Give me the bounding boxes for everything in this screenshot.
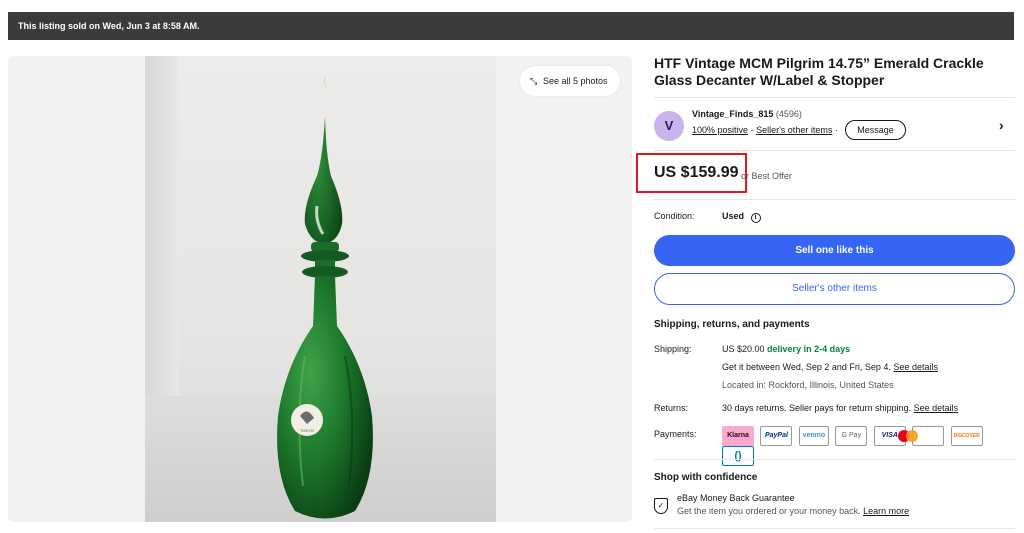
shield-check-icon: ✓ xyxy=(654,498,668,514)
guarantee-description: Get the item you ordered or your money b… xyxy=(677,506,909,516)
paypal-icon: PayPal xyxy=(760,426,793,446)
divider xyxy=(654,528,1015,529)
seller-links: 100% positive · Seller's other items · xyxy=(692,125,838,135)
seller-username[interactable]: Vintage_Finds_815 xyxy=(692,109,773,119)
sold-banner: This listing sold on Wed, Jun 3 at 8:58 … xyxy=(8,12,1014,40)
see-all-photos-button[interactable]: ⤡ See all 5 photos xyxy=(520,66,620,96)
see-all-label: See all 5 photos xyxy=(543,76,608,86)
condition-text: Used xyxy=(722,211,745,221)
listing-details: HTF Vintage MCM Pilgrim 14.75” Emerald C… xyxy=(636,55,1015,529)
shipping-cost: US $20.00 delivery in 2-4 days xyxy=(722,344,850,354)
separator: · xyxy=(834,125,838,135)
delivery-dates: Get it between Wed, Sep 2 and Fri, Sep 4… xyxy=(722,362,938,372)
returns-text: 30 days returns. Seller pays for return … xyxy=(722,403,912,413)
expand-icon: ⤡ xyxy=(530,76,538,86)
returns-see-details-link[interactable]: See details xyxy=(914,403,959,413)
shipping-see-details-link[interactable]: See details xyxy=(893,362,938,372)
payments-label: Payments: xyxy=(654,429,697,439)
seller-other-items-button[interactable]: Seller's other items xyxy=(654,273,1015,305)
info-icon[interactable]: i xyxy=(750,213,761,223)
positive-feedback-link[interactable]: 100% positive xyxy=(692,125,748,135)
image-gallery[interactable]: TOKYO ⤡ See all 5 photos xyxy=(8,56,632,522)
guarantee-desc-text: Get the item you ordered or your money b… xyxy=(677,506,861,516)
decanter-image xyxy=(277,76,373,519)
seller-name[interactable]: Vintage_Finds_815 (4596) xyxy=(692,109,802,119)
divider xyxy=(654,97,1015,98)
delivery-dates-text: Get it between Wed, Sep 2 and Fri, Sep 4… xyxy=(722,362,891,372)
seller-feedback-count: (4596) xyxy=(775,109,802,119)
venmo-icon: venmo xyxy=(798,426,829,446)
discover-icon: DISCOVER xyxy=(950,426,983,446)
divider xyxy=(654,459,1015,460)
payment-methods: Klarna PayPal venmo G Pay VISA DISCOVER … xyxy=(722,426,1015,466)
returns-info: 30 days returns. Seller pays for return … xyxy=(722,403,958,413)
diners-club-icon: () xyxy=(722,446,754,466)
best-offer-text: or Best Offer xyxy=(741,171,792,181)
money-back-guarantee: eBay Money Back Guarantee xyxy=(677,493,795,503)
divider xyxy=(654,199,1015,200)
shipping-section-title: Shipping, returns, and payments xyxy=(654,319,810,330)
price: US $159.99 xyxy=(654,164,739,181)
separator: · xyxy=(750,125,754,135)
returns-label: Returns: xyxy=(654,403,689,413)
condition-label: Condition: xyxy=(654,211,695,221)
mastercard-circles xyxy=(898,430,918,442)
klarna-icon: Klarna xyxy=(722,426,754,446)
divider xyxy=(654,150,1015,151)
shipping-cost-text: US $20.00 xyxy=(722,344,765,354)
seller-other-items-link[interactable]: Seller's other items xyxy=(756,125,832,135)
confidence-title: Shop with confidence xyxy=(654,472,758,483)
google-pay-icon: G Pay xyxy=(835,426,868,446)
product-photo[interactable]: TOKYO xyxy=(145,56,496,522)
listing-title: HTF Vintage MCM Pilgrim 14.75” Emerald C… xyxy=(654,55,984,88)
delivery-estimate: delivery in 2-4 days xyxy=(767,344,851,354)
avatar[interactable]: V xyxy=(654,111,684,141)
bottle-label-text: TOKYO xyxy=(300,428,314,433)
condition-value: Used i xyxy=(722,211,761,223)
learn-more-link[interactable]: Learn more xyxy=(863,506,909,516)
message-button[interactable]: Message xyxy=(845,120,906,140)
seller-card[interactable]: V Vintage_Finds_815 (4596) 100% positive… xyxy=(654,107,1015,149)
sell-one-like-this-button[interactable]: Sell one like this xyxy=(654,235,1015,266)
item-location: Located in: Rockford, Illinois, United S… xyxy=(722,380,894,390)
shipping-label: Shipping: xyxy=(654,344,692,354)
chevron-right-icon[interactable]: › xyxy=(999,117,1004,133)
